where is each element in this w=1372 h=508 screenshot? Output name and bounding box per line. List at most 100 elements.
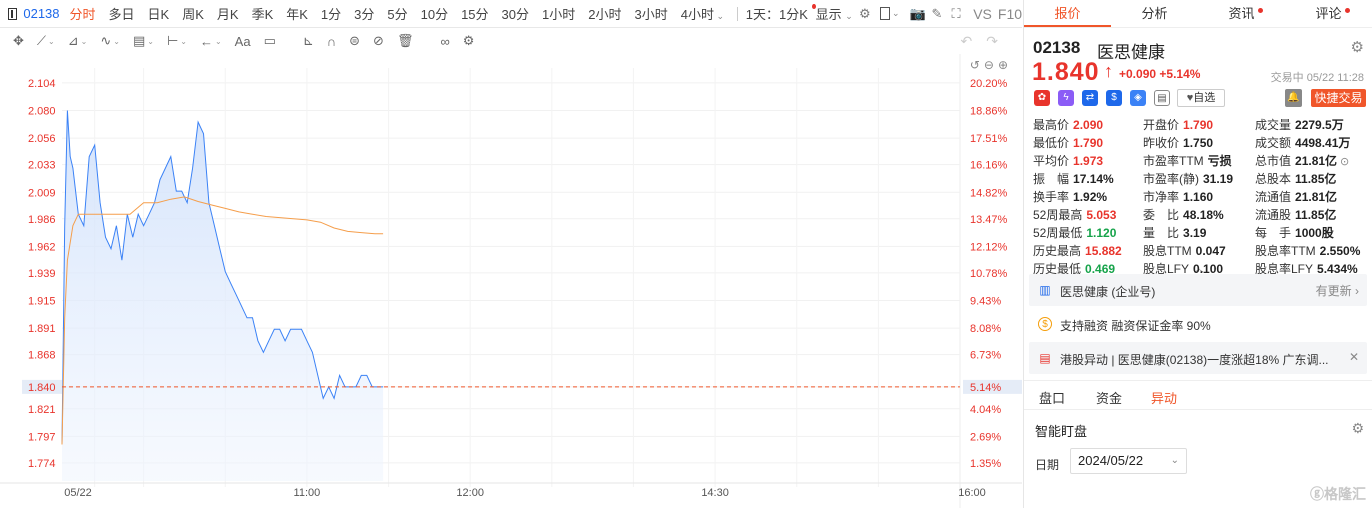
- add-watchlist-button[interactable]: ♥自选: [1177, 89, 1225, 107]
- range-label: 1天：1分K: [745, 7, 808, 22]
- stat-value: 31.19: [1203, 172, 1234, 186]
- info-row[interactable]: $ 支持融资 融资保证金率 90%: [1029, 308, 1367, 340]
- period-tab[interactable]: 3小时: [634, 4, 667, 23]
- period-tab[interactable]: 日K: [148, 4, 170, 23]
- text-tool-icon[interactable]: Aa: [235, 34, 251, 49]
- info-row-text: 医思健康 (企业号): [1060, 285, 1156, 299]
- shuffle-icon[interactable]: ⇄: [1082, 90, 1098, 106]
- period-tab[interactable]: 周K: [182, 4, 204, 23]
- close-icon[interactable]: ✕: [1349, 350, 1359, 364]
- trash-icon[interactable]: 🗑: [397, 33, 414, 49]
- quote-tab[interactable]: 报价: [1024, 0, 1111, 27]
- period-tab[interactable]: 分时: [70, 4, 96, 23]
- smart-monitor-title: 智能盯盘: [1035, 424, 1088, 439]
- chevron-down-icon[interactable]: ⌄: [892, 8, 900, 19]
- stat-item: 总股本 11.85亿: [1255, 170, 1336, 187]
- tag-icon[interactable]: ◈: [1130, 90, 1146, 106]
- wave-tool-icon[interactable]: ∿ ⌄: [100, 33, 120, 49]
- ruler-icon[interactable]: ⊾: [303, 33, 314, 49]
- period-tab[interactable]: 5分: [387, 4, 407, 23]
- stat-row: 历史最高 15.882 股息TTM 0.047 股息率TTM 2.550%: [1024, 242, 1372, 260]
- period-tab[interactable]: 10分: [421, 4, 448, 23]
- sub-tab[interactable]: 盘口: [1039, 388, 1065, 407]
- quote-tab[interactable]: 分析: [1111, 0, 1198, 27]
- range-select[interactable]: 1天：1分K: [746, 4, 808, 23]
- price-tick-label: 1.868: [28, 350, 56, 362]
- hide-drawings-icon[interactable]: ⊘: [373, 33, 384, 49]
- quote-tab[interactable]: 资讯: [1198, 0, 1285, 27]
- price-tick-label: 2.009: [28, 187, 56, 199]
- info-row[interactable]: ▤ 港股异动 | 医思健康(02138)一度涨超18% 广东调... ✕: [1029, 342, 1367, 374]
- lightning-icon[interactable]: ϟ: [1058, 90, 1074, 106]
- pct-tick-label: 4.04%: [970, 404, 1001, 416]
- more-icon[interactable]: ⊙: [1340, 156, 1349, 168]
- sub-tab[interactable]: 资金: [1096, 388, 1122, 407]
- stat-value: 1.750: [1183, 136, 1214, 150]
- date-label: 日期: [1035, 458, 1060, 472]
- sidebar-toggle-icon[interactable]: [8, 7, 18, 20]
- stat-row: 52周最低 1.120 量 比 3.19 每 手 1000股: [1024, 224, 1372, 242]
- magnet-icon[interactable]: ∩: [327, 34, 336, 49]
- vs-compare-button[interactable]: VS: [973, 6, 992, 22]
- measure-tool-icon[interactable]: ⊢ ⌄: [167, 33, 187, 49]
- fib-tool-icon[interactable]: ▤ ⌄: [133, 33, 154, 49]
- f10-button[interactable]: F10: [998, 6, 1022, 22]
- hk-connect-icon[interactable]: ✿: [1034, 90, 1050, 106]
- info-rows: ▥ 医思健康 (企业号) 有更新 › $ 支持融资 融资保证金率 90% ▤ 港股异动 | …: [1024, 274, 1372, 374]
- stat-label: 52周最高: [1033, 208, 1083, 222]
- dollar-icon[interactable]: $: [1106, 90, 1122, 106]
- intraday-chart[interactable]: 2.104 2.080 2.056 2.033 2.009 1.986 1.962 1.939…: [0, 54, 1022, 508]
- settings-gear-icon[interactable]: ⚙: [857, 3, 873, 25]
- stat-item: 流通股 11.85亿: [1255, 206, 1336, 223]
- channel-tool-icon[interactable]: ⊿ ⌄: [68, 33, 88, 49]
- stock-code-tab[interactable]: 02138: [23, 6, 59, 21]
- display-select[interactable]: 显示 ⌄: [816, 4, 853, 23]
- document-icon[interactable]: ▤: [1154, 90, 1170, 106]
- stat-value: 亏损: [1207, 154, 1232, 168]
- stat-value: 0.047: [1195, 244, 1226, 258]
- sub-tab[interactable]: 异动: [1151, 388, 1177, 407]
- price-tick-label: 2.080: [28, 106, 56, 118]
- fullscreen-icon[interactable]: ⛶: [948, 3, 964, 25]
- period-tab[interactable]: 1分: [321, 4, 341, 23]
- camera-icon[interactable]: 📷: [910, 3, 926, 25]
- quote-tab[interactable]: 评论: [1285, 0, 1372, 27]
- line-tool-icon[interactable]: ⟋ ⌄: [37, 33, 55, 49]
- info-row[interactable]: ▥ 医思健康 (企业号) 有更新 ›: [1029, 274, 1367, 306]
- crosshair-move-icon[interactable]: ✥: [13, 33, 24, 49]
- period-tab[interactable]: 4小时 ⌄: [681, 4, 724, 23]
- chart-reset-zoom-icons[interactable]: ↺⊖⊕: [970, 58, 1012, 72]
- stat-label: 股息率TTM: [1255, 244, 1316, 258]
- period-tab[interactable]: 3分: [354, 4, 374, 23]
- period-tab[interactable]: 年K: [286, 4, 308, 23]
- date-select[interactable]: 2024/05/22 ⌄: [1070, 448, 1187, 474]
- drawing-settings-icon[interactable]: ⚙: [463, 33, 475, 49]
- chart-canvas[interactable]: 2.104 2.080 2.056 2.033 2.009 1.986 1.962 1.939…: [0, 54, 1022, 508]
- panel-settings-icon[interactable]: ⚙: [1351, 38, 1364, 56]
- period-tab[interactable]: 多日: [109, 4, 135, 23]
- arrow-tool-icon[interactable]: ← ⌄: [200, 34, 222, 49]
- price-tick-label: 2.033: [28, 160, 56, 172]
- link-icon[interactable]: ∞: [440, 34, 449, 49]
- undo-redo-icons[interactable]: ↶↷: [961, 33, 1012, 50]
- comment-tool-icon[interactable]: ▭: [264, 33, 276, 49]
- display-label: 显示: [815, 7, 842, 22]
- alert-bell-button[interactable]: 🔔: [1285, 89, 1302, 107]
- last-price: 1.840: [1032, 58, 1100, 86]
- stat-item: 开盘价 1.790: [1143, 116, 1213, 133]
- stat-row: 振 幅 17.14% 市盈率(静) 31.19 总股本 11.85亿: [1024, 170, 1372, 188]
- period-tab[interactable]: 季K: [252, 4, 274, 23]
- quick-trade-button[interactable]: 快捷交易: [1311, 89, 1366, 107]
- period-tab[interactable]: 月K: [217, 4, 239, 23]
- stat-value: 11.85亿: [1295, 208, 1337, 222]
- monitor-settings-icon[interactable]: ⚙: [1351, 420, 1364, 437]
- lock-drawings-icon[interactable]: ⊜: [349, 33, 360, 49]
- stat-item: 委 比 48.18%: [1143, 206, 1224, 223]
- period-tab[interactable]: 2小时: [588, 4, 621, 23]
- pencil-icon[interactable]: ✎: [929, 3, 945, 25]
- period-tab[interactable]: 1小时: [542, 4, 575, 23]
- overlay-checkbox[interactable]: [879, 7, 891, 20]
- period-tab[interactable]: 30分: [502, 4, 529, 23]
- period-tab[interactable]: 15分: [461, 4, 488, 23]
- update-link[interactable]: 有更新 ›: [1316, 282, 1359, 299]
